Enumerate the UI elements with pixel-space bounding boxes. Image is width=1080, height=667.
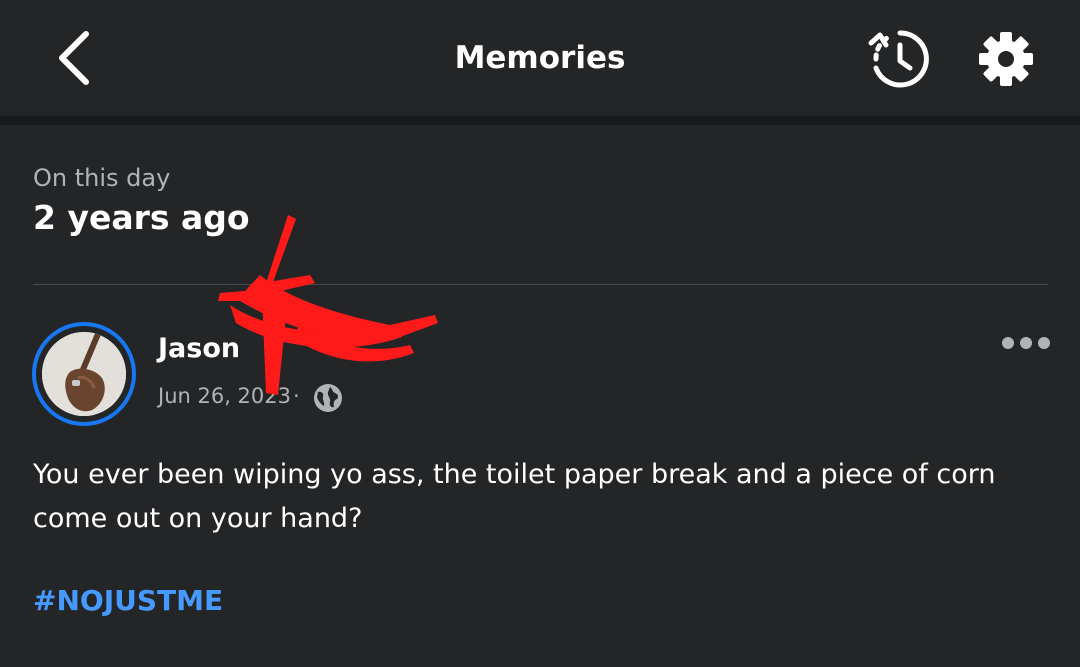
- post-date[interactable]: Jun 26, 2023: [158, 384, 291, 408]
- settings-button[interactable]: [970, 24, 1042, 94]
- more-dots-icon: [1002, 337, 1050, 349]
- history-button[interactable]: [862, 24, 938, 94]
- memory-subtitle: On this day: [33, 164, 171, 192]
- chevron-left-icon: [59, 31, 89, 85]
- globe-icon: [314, 384, 342, 412]
- avatar[interactable]: [32, 322, 136, 426]
- section-divider: [33, 284, 1048, 285]
- memory-heading: 2 years ago: [33, 198, 250, 237]
- history-icon: [868, 30, 929, 88]
- avatar-photo: [42, 332, 126, 416]
- more-options-button[interactable]: [996, 326, 1056, 360]
- back-button[interactable]: [44, 22, 104, 94]
- memories-screen: Memories On this day 2 years ago Jason J…: [0, 0, 1080, 667]
- post-text: You ever been wiping yo ass, the toilet …: [33, 459, 996, 534]
- meta-separator: ·: [293, 384, 300, 408]
- gear-icon: [979, 32, 1033, 86]
- hashtag-link[interactable]: #NOJUSTME: [33, 584, 223, 617]
- author-name[interactable]: Jason: [158, 333, 240, 364]
- top-bar-divider: [0, 116, 1080, 125]
- avatar-image: [42, 332, 126, 416]
